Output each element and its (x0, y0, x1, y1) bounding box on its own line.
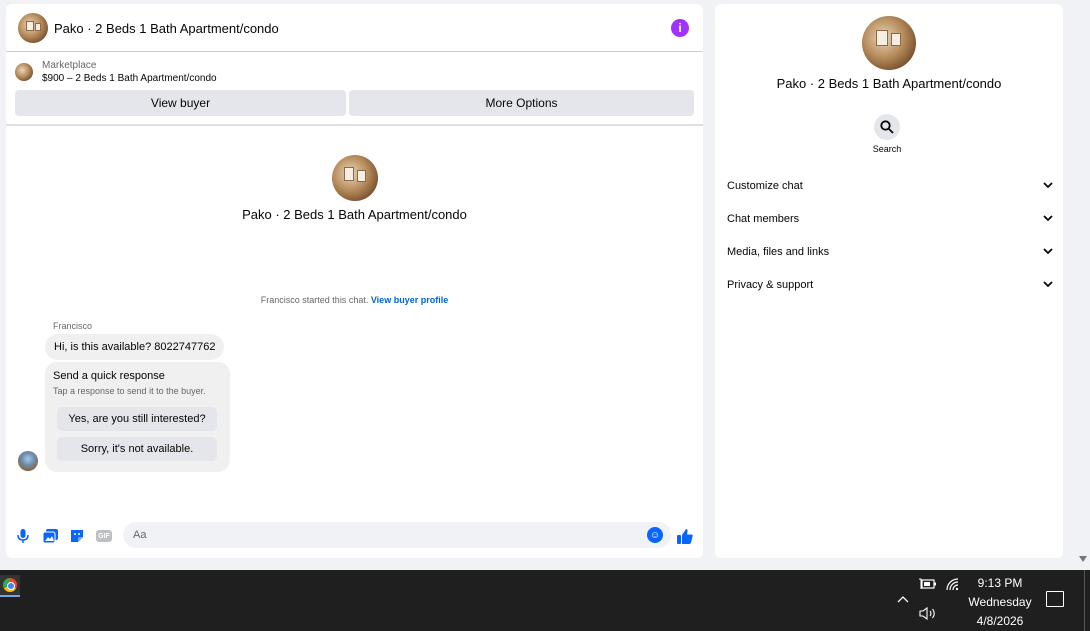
section-label: Customize chat (727, 180, 803, 192)
volume-icon[interactable] (919, 606, 937, 623)
gif-icon[interactable]: GIF (95, 528, 113, 544)
mic-icon[interactable] (15, 528, 31, 544)
chat-title[interactable]: Pako · 2 Beds 1 Bath Apartment/condo (54, 21, 279, 36)
quick-response-sorry-button[interactable]: Sorry, it's not available. (57, 437, 217, 461)
section-label: Privacy & support (727, 279, 814, 291)
quick-response-title: Send a quick response (53, 370, 165, 382)
search-label[interactable]: Search (715, 144, 1059, 154)
info-icon[interactable]: i (671, 19, 689, 37)
composer: GIF Aa ☺ (6, 520, 703, 552)
details-panel: Pako · 2 Beds 1 Bath Apartment/condo Sea… (715, 4, 1063, 558)
chevron-down-icon (1043, 279, 1053, 291)
like-icon[interactable] (677, 528, 693, 544)
chat-panel: Pako · 2 Beds 1 Bath Apartment/condo i M… (6, 4, 703, 558)
emoji-icon[interactable]: ☺ (647, 527, 663, 543)
battery-icon[interactable] (919, 578, 937, 593)
chrome-icon[interactable] (0, 575, 20, 597)
gif-label: GIF (96, 530, 112, 542)
message-input[interactable]: Aa ☺ (123, 522, 671, 548)
clock[interactable]: 9:13 PM Wednesday 4/8/2026 (960, 574, 1040, 631)
view-buyer-profile-link[interactable]: View buyer profile (371, 295, 448, 305)
view-buyer-button[interactable]: View buyer (15, 90, 346, 116)
clock-date: 4/8/2026 (976, 614, 1024, 628)
listing-thumbnail[interactable] (15, 63, 33, 81)
chat-avatar[interactable] (18, 13, 48, 43)
quick-response-card: Send a quick response Tap a response to … (45, 362, 230, 472)
section-label: Media, files and links (727, 246, 830, 258)
chevron-up-icon[interactable] (897, 592, 909, 606)
details-avatar[interactable] (862, 16, 916, 70)
clock-time: 9:13 PM (977, 576, 1023, 590)
chat-header: Pako · 2 Beds 1 Bath Apartment/condo i (6, 4, 703, 52)
quick-response-subtitle: Tap a response to send it to the buyer. (53, 386, 206, 396)
quick-response-yes-button[interactable]: Yes, are you still interested? (57, 407, 217, 431)
wifi-icon[interactable] (946, 578, 961, 594)
photo-icon[interactable] (42, 528, 58, 544)
section-privacy-support[interactable]: Privacy & support (727, 273, 1053, 297)
sender-name: Francisco (53, 321, 93, 331)
more-options-button[interactable]: More Options (349, 90, 694, 116)
details-title: Pako · 2 Beds 1 Bath Apartment/condo (776, 76, 1002, 91)
listing-label: Marketplace (42, 60, 97, 71)
buyer-avatar[interactable] (18, 451, 38, 471)
center-avatar (332, 155, 378, 201)
clock-day: Wednesday (968, 595, 1032, 609)
section-chat-members[interactable]: Chat members (727, 207, 1053, 231)
listing-bar: Marketplace $900 – 2 Beds 1 Bath Apartme… (6, 53, 703, 126)
conversation-title: Pako · 2 Beds 1 Bath Apartment/condo (242, 207, 467, 222)
started-text: Francisco started this chat. (260, 295, 369, 305)
section-media-files-links[interactable]: Media, files and links (727, 240, 1053, 264)
chevron-down-icon (1043, 213, 1053, 225)
show-desktop-divider[interactable] (1084, 570, 1085, 631)
chevron-down-icon (1043, 180, 1053, 192)
scroll-down-arrow[interactable] (1079, 556, 1087, 562)
notification-icon[interactable] (1046, 591, 1064, 607)
sticker-icon[interactable] (69, 528, 85, 544)
section-customize-chat[interactable]: Customize chat (727, 174, 1053, 198)
message-bubble: Hi, is this available? 8022747762 (45, 334, 225, 360)
search-icon[interactable] (874, 114, 900, 140)
chat-started-notice: Francisco started this chat. View buyer … (6, 295, 703, 305)
section-label: Chat members (727, 213, 800, 225)
chevron-down-icon (1043, 246, 1053, 258)
listing-price[interactable]: $900 – 2 Beds 1 Bath Apartment/condo (42, 73, 217, 84)
